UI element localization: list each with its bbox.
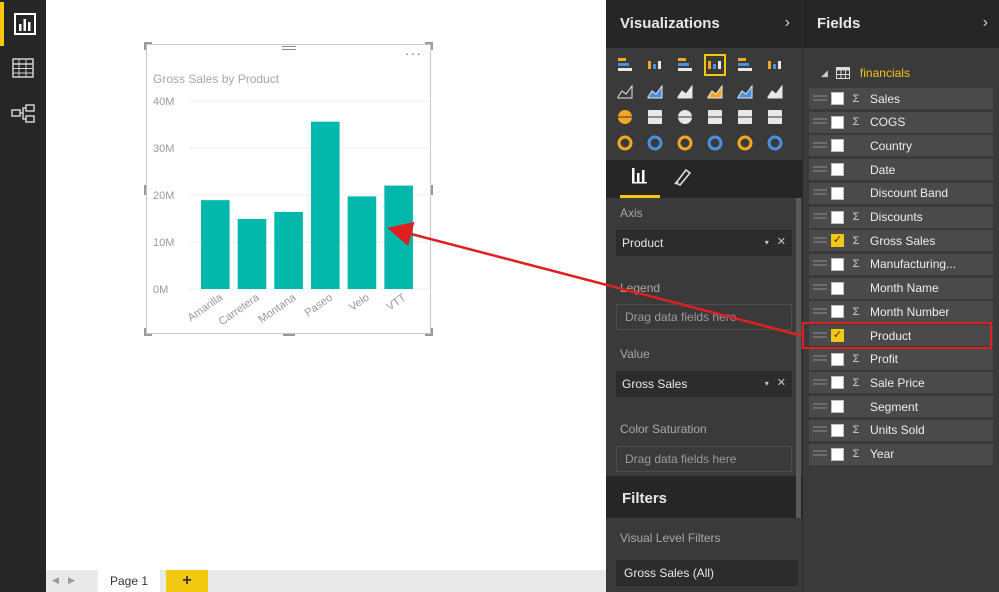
annotation-arrow bbox=[387, 221, 804, 338]
